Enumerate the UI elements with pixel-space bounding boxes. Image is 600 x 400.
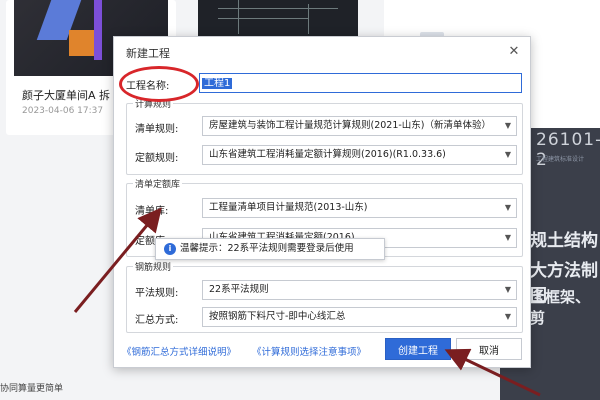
chevron-down-icon: ▼ [504, 203, 511, 212]
slogan-text: 协同算量更简单 [0, 384, 64, 394]
flat-rule-label: 平法规则: [135, 288, 179, 299]
summary-select[interactable]: 按照钢筋下料尺寸-即中心线汇总 ▼ [202, 307, 517, 327]
project-name-input[interactable]: 工程1 [199, 73, 522, 93]
dialog-title: 新建工程 [126, 47, 170, 60]
quota-rule-label: 定额规则: [135, 153, 179, 164]
close-icon[interactable]: ✕ [506, 43, 522, 59]
list-lib-select[interactable]: 工程量清单项目计量规范(2013-山东) ▼ [202, 198, 517, 218]
chevron-down-icon: ▼ [504, 150, 511, 159]
calc-rule-notes-link[interactable]: 《计算规则选择注意事项》 [252, 344, 366, 358]
chevron-down-icon: ▼ [504, 312, 511, 321]
project-card-date: 2023-04-06 17:37 [22, 106, 104, 116]
cancel-button[interactable]: 取消 [456, 338, 522, 360]
chevron-down-icon: ▼ [504, 233, 511, 242]
project-card-drawing[interactable] [198, 0, 358, 40]
summary-label: 汇总方式: [135, 315, 179, 326]
flat-rule-select[interactable]: 22系平法规则 ▼ [202, 280, 517, 300]
calc-rules-group: 计算规则 清单规则: 房屋建筑与装饰工程计量规范计算规则(2021-山东)（新清… [126, 97, 523, 175]
rebar-rules-group: 钢筋规则 平法规则: 22系平法规则 ▼ 汇总方式: 按照钢筋下料尺寸-即中心线汇… [126, 260, 523, 333]
chevron-down-icon: ▼ [504, 285, 511, 294]
list-rule-select[interactable]: 房屋建筑与装饰工程计量规范计算规则(2021-山东)（新清单体验） ▼ [202, 116, 517, 136]
info-icon: i [164, 243, 176, 255]
rebar-summary-link[interactable]: 《钢筋汇总方式详细说明》 [122, 344, 236, 358]
list-rule-label: 清单规则: [135, 124, 179, 135]
login-tip-tooltip: i 温馨提示：22系平法规则需要登录后使用 [155, 238, 385, 260]
create-project-button[interactable]: 创建工程 [385, 338, 451, 360]
quota-rule-select[interactable]: 山东省建筑工程消耗量定额计算规则(2016)(R1.0.33.6) ▼ [202, 145, 517, 165]
project-card-title: 颜子大厦单间A 拆 [22, 89, 111, 102]
list-lib-label: 清单库: [135, 206, 169, 217]
chevron-down-icon: ▼ [504, 121, 511, 130]
highlight-oval [119, 66, 199, 102]
